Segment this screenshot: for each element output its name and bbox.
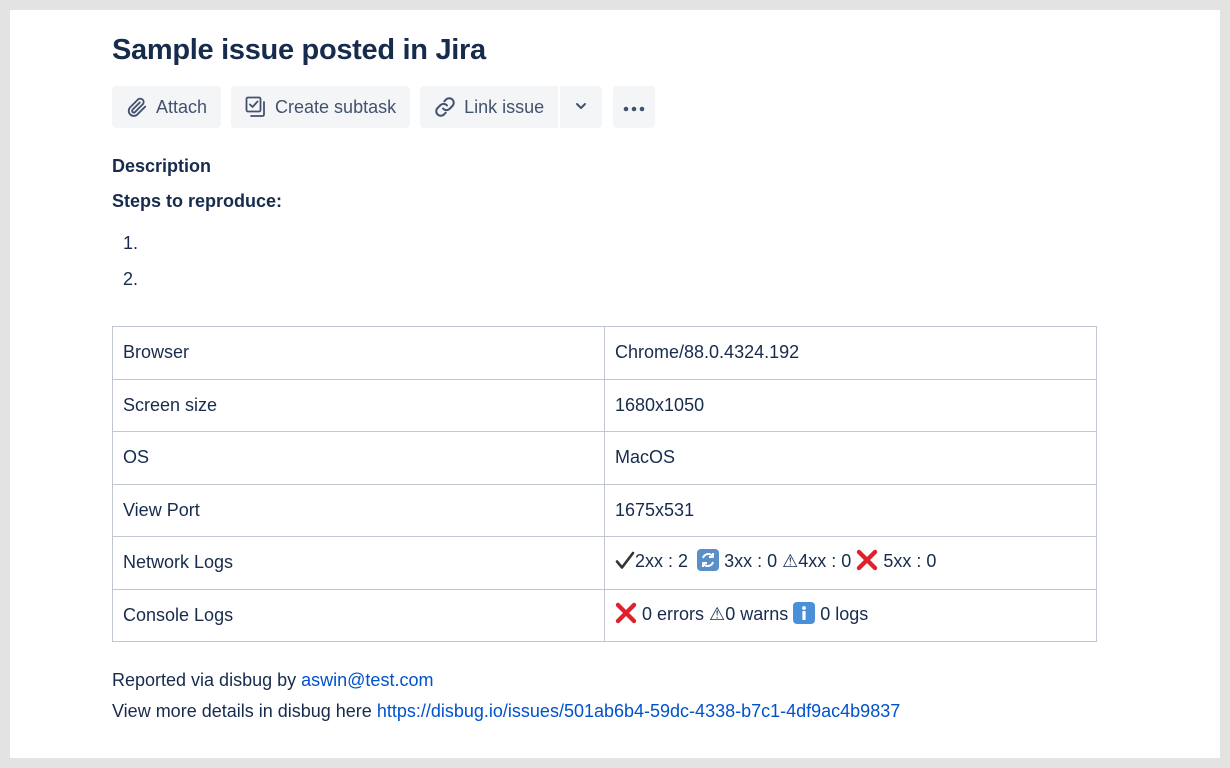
console-logs-value: 0 errors ⚠0 warns 0 logs bbox=[604, 588, 1097, 642]
warning-icon: ⚠ bbox=[782, 551, 799, 572]
link-issue-button[interactable]: Link issue bbox=[420, 86, 559, 128]
cross-mark-icon bbox=[615, 602, 637, 629]
issue-title[interactable]: Sample issue posted in Jira bbox=[112, 34, 486, 67]
attach-label: Attach bbox=[156, 96, 208, 117]
table-value: 1680x1050 bbox=[604, 378, 1097, 432]
cross-mark-icon bbox=[856, 549, 878, 576]
disbug-issue-link[interactable]: https://disbug.io/issues/501ab6b4-59dc-4… bbox=[377, 701, 900, 721]
table-key: View Port bbox=[112, 483, 605, 537]
reported-by-line: Reported via disbug by aswin@test.com bbox=[112, 670, 433, 691]
network-logs-value: 2xx : 2 3xx : 0 ⚠4xx : 0 5xx : 0 bbox=[604, 536, 1097, 590]
details-line: View more details in disbug here https:/… bbox=[112, 701, 900, 722]
table-row: Console Logs 0 errors ⚠0 warns 0 logs bbox=[112, 588, 1097, 642]
table-value: 1675x531 bbox=[604, 483, 1097, 537]
table-row: Browser Chrome/88.0.4324.192 bbox=[112, 326, 1097, 380]
network-3xx: 3xx : 0 bbox=[724, 551, 778, 572]
reported-prefix: Reported via disbug by bbox=[112, 670, 297, 690]
network-2xx: 2xx : 2 bbox=[635, 551, 689, 572]
console-errors: 0 errors bbox=[642, 603, 705, 624]
create-subtask-label: Create subtask bbox=[275, 96, 397, 117]
redirect-icon bbox=[697, 549, 720, 576]
issue-toolbar: Attach Create subtask Link issue bbox=[112, 86, 656, 128]
table-key: OS bbox=[112, 431, 605, 485]
link-issue-label: Link issue bbox=[464, 96, 545, 117]
info-icon bbox=[793, 601, 816, 629]
steps-heading: Steps to reproduce: bbox=[112, 191, 283, 211]
table-key: Network Logs bbox=[112, 536, 605, 590]
console-warns: 0 warns bbox=[725, 603, 789, 624]
subtask-icon bbox=[243, 94, 269, 120]
paperclip-icon bbox=[124, 94, 150, 120]
table-row: OS MacOS bbox=[112, 431, 1097, 485]
step-item: 1. bbox=[123, 233, 139, 253]
table-key: Screen size bbox=[112, 378, 605, 432]
description-heading: Description bbox=[112, 156, 212, 176]
table-key: Browser bbox=[112, 326, 605, 380]
chevron-down-icon bbox=[574, 97, 588, 118]
network-5xx: 5xx : 0 bbox=[883, 551, 937, 572]
table-value: Chrome/88.0.4324.192 bbox=[604, 326, 1097, 380]
link-icon bbox=[432, 94, 458, 120]
link-issue-dropdown-button[interactable] bbox=[560, 86, 603, 128]
checkmark-icon bbox=[615, 551, 635, 576]
console-logs: 0 logs bbox=[820, 603, 869, 624]
reporter-email-link[interactable]: aswin@test.com bbox=[301, 670, 433, 690]
table-row: View Port 1675x531 bbox=[112, 483, 1097, 537]
more-icon bbox=[622, 97, 646, 118]
more-actions-button[interactable] bbox=[613, 86, 656, 128]
table-value: MacOS bbox=[604, 431, 1097, 485]
attach-button[interactable]: Attach bbox=[112, 86, 222, 128]
table-key: Console Logs bbox=[112, 588, 605, 642]
network-4xx: 4xx : 0 bbox=[798, 551, 852, 572]
warning-icon: ⚠ bbox=[709, 603, 726, 624]
environment-table: Browser Chrome/88.0.4324.192 Screen size… bbox=[112, 326, 1097, 642]
issue-view: Sample issue posted in Jira Attach Creat… bbox=[10, 10, 1220, 758]
details-prefix: View more details in disbug here bbox=[112, 701, 372, 721]
table-row: Network Logs 2xx : 2 3xx : 0 ⚠4xx: 0 5x… bbox=[112, 536, 1097, 590]
step-item: 2. bbox=[123, 269, 139, 289]
table-row: Screen size 1680x1050 bbox=[112, 378, 1097, 432]
create-subtask-button[interactable]: Create subtask bbox=[231, 86, 411, 128]
